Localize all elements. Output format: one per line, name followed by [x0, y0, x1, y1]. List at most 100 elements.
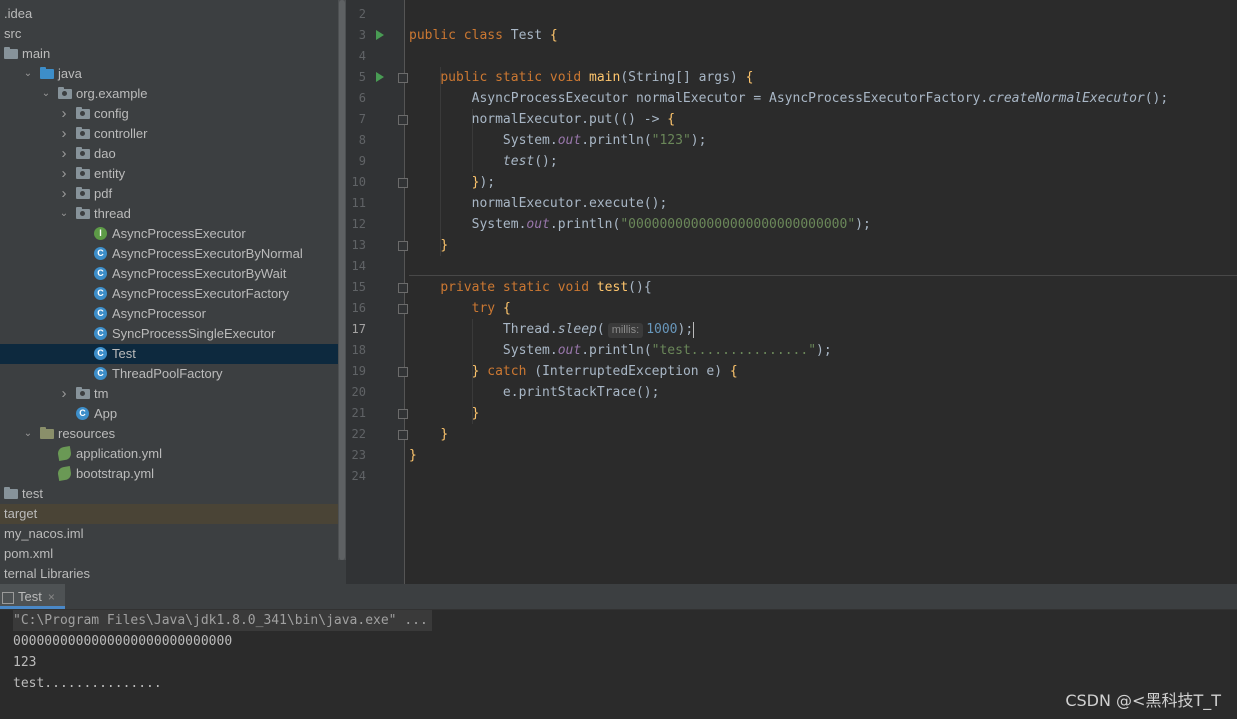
package-icon — [76, 187, 90, 201]
run-gutter-icon[interactable] — [376, 30, 384, 40]
run-tab-test[interactable]: Test × — [0, 584, 65, 609]
fold-icon[interactable] — [398, 241, 408, 251]
tree-item[interactable]: ⌄ thread — [0, 204, 338, 224]
tree-item[interactable]: main — [0, 44, 338, 64]
tree-item[interactable]: C AsyncProcessExecutorByNormal — [0, 244, 338, 264]
tree-item-label: AsyncProcessExecutor — [112, 226, 246, 241]
code-token: catch — [479, 364, 535, 379]
tree-scrollbar[interactable] — [338, 0, 346, 560]
tree-item[interactable]: .idea — [0, 4, 338, 24]
package-icon — [58, 87, 72, 101]
run-tab-bar: Test × — [0, 584, 1237, 610]
tree-item[interactable]: ⌄ java — [0, 64, 338, 84]
code-token: normalExecutor.execute(); — [409, 196, 668, 211]
code-line[interactable]: } — [409, 403, 480, 424]
run-gutter-icon[interactable] — [376, 72, 384, 82]
code-token: (); — [534, 154, 558, 169]
tree-item-label: bootstrap.yml — [76, 466, 155, 481]
fold-icon[interactable] — [398, 304, 408, 314]
tree-item-label: tm — [94, 386, 109, 401]
fold-icon[interactable] — [398, 73, 408, 83]
close-icon[interactable]: × — [48, 590, 55, 604]
code-token: test — [596, 280, 629, 295]
tree-item[interactable]: C ThreadPoolFactory — [0, 364, 338, 384]
code-line[interactable]: public static void main(String[] args) { — [409, 67, 753, 88]
tree-item[interactable]: › pdf — [0, 184, 338, 204]
code-line[interactable]: try { — [409, 298, 511, 319]
code-line[interactable]: System.out.println("test..............."… — [409, 340, 832, 361]
tree-scrollbar-thumb[interactable] — [339, 0, 345, 560]
tree-item[interactable]: C AsyncProcessExecutorFactory — [0, 284, 338, 304]
chevron-right-icon[interactable]: › — [58, 104, 70, 124]
tree-item[interactable]: application.yml — [0, 444, 338, 464]
tree-item[interactable]: target — [0, 504, 338, 524]
tree-item[interactable]: › tm — [0, 384, 338, 404]
fold-icon[interactable] — [398, 430, 408, 440]
chevron-down-icon[interactable]: ⌄ — [22, 64, 34, 84]
tree-item[interactable]: ⌄ org.example — [0, 84, 338, 104]
tree-item-label: ThreadPoolFactory — [112, 366, 223, 381]
code-line[interactable]: } catch (InterruptedException e) { — [409, 361, 738, 382]
tree-item[interactable]: C AsyncProcessor — [0, 304, 338, 324]
code-token: ); — [816, 343, 832, 358]
code-line[interactable]: normalExecutor.put(() -> { — [409, 109, 676, 130]
code-line[interactable]: } — [409, 445, 417, 466]
tree-item[interactable]: bootstrap.yml — [0, 464, 338, 484]
tree-item[interactable]: C SyncProcessSingleExecutor — [0, 324, 338, 344]
chevron-right-icon[interactable]: › — [58, 384, 70, 404]
tree-item[interactable]: › controller — [0, 124, 338, 144]
code-token: private static void — [440, 280, 597, 295]
tree-item-label: application.yml — [76, 446, 162, 461]
code-line[interactable]: System.out.println("123"); — [409, 130, 707, 151]
spring-leaf-icon — [56, 465, 73, 482]
class-icon: C — [94, 307, 108, 321]
code-token: main — [589, 70, 621, 85]
code-line[interactable]: test(); — [409, 151, 558, 172]
fold-icon[interactable] — [398, 115, 408, 125]
tree-item-label: dao — [94, 146, 116, 161]
code-line[interactable]: System.out.println("00000000000000000000… — [409, 214, 871, 235]
fold-icon[interactable] — [398, 283, 408, 293]
tree-item[interactable]: test — [0, 484, 338, 504]
tree-item[interactable]: › dao — [0, 144, 338, 164]
code-line[interactable]: Thread.sleep(millis: 1000); — [409, 319, 695, 340]
chevron-right-icon[interactable]: › — [58, 124, 70, 144]
chevron-down-icon[interactable]: ⌄ — [58, 204, 70, 224]
tree-item[interactable]: src — [0, 24, 338, 44]
tree-item[interactable]: ⌄ resources — [0, 424, 338, 444]
code-line[interactable]: }); — [409, 172, 495, 193]
tree-item[interactable]: ternal Libraries — [0, 564, 338, 584]
chevron-right-icon[interactable]: › — [58, 164, 70, 184]
tree-item[interactable]: › config — [0, 104, 338, 124]
fold-icon[interactable] — [398, 367, 408, 377]
tree-item[interactable]: C Test — [0, 344, 338, 364]
code-editor[interactable]: 2 3 4 5 6 7 8 9 10 11 12 13 14 15 16 17 18 19 20 21 22 23 24 p… — [346, 0, 1237, 584]
line-number: 22 — [351, 427, 366, 441]
code-token: e.printStackTrace(); — [409, 385, 660, 400]
code-line[interactable]: public class Test { — [409, 25, 558, 46]
code-line[interactable]: } — [409, 235, 448, 256]
code-line[interactable]: } — [409, 424, 448, 445]
tree-item[interactable]: I AsyncProcessExecutor — [0, 224, 338, 244]
chevron-down-icon[interactable]: ⌄ — [22, 424, 34, 444]
chevron-down-icon[interactable]: ⌄ — [40, 84, 52, 104]
chevron-right-icon[interactable]: › — [58, 144, 70, 164]
code-token: 1000 — [646, 322, 678, 337]
tree-item[interactable]: C App — [0, 404, 338, 424]
fold-icon[interactable] — [398, 178, 408, 188]
code-token: "0000000000000000000000000000" — [620, 217, 856, 232]
tree-item-label: AsyncProcessExecutorFactory — [112, 286, 290, 301]
tree-item[interactable]: C AsyncProcessExecutorByWait — [0, 264, 338, 284]
code-line[interactable]: normalExecutor.execute(); — [409, 193, 668, 214]
code-token: System. — [409, 133, 558, 148]
fold-icon[interactable] — [398, 409, 408, 419]
tree-item[interactable]: › entity — [0, 164, 338, 184]
chevron-right-icon[interactable]: › — [58, 184, 70, 204]
code-line[interactable]: e.printStackTrace(); — [409, 382, 660, 403]
tree-item[interactable]: my_nacos.iml — [0, 524, 338, 544]
tree-item[interactable]: pom.xml — [0, 544, 338, 564]
code-line[interactable]: private static void test(){ — [409, 277, 651, 298]
code-line[interactable]: AsyncProcessExecutor normalExecutor = As… — [409, 88, 1169, 109]
console-command-line: "C:\Program Files\Java\jdk1.8.0_341\bin\… — [13, 610, 432, 631]
